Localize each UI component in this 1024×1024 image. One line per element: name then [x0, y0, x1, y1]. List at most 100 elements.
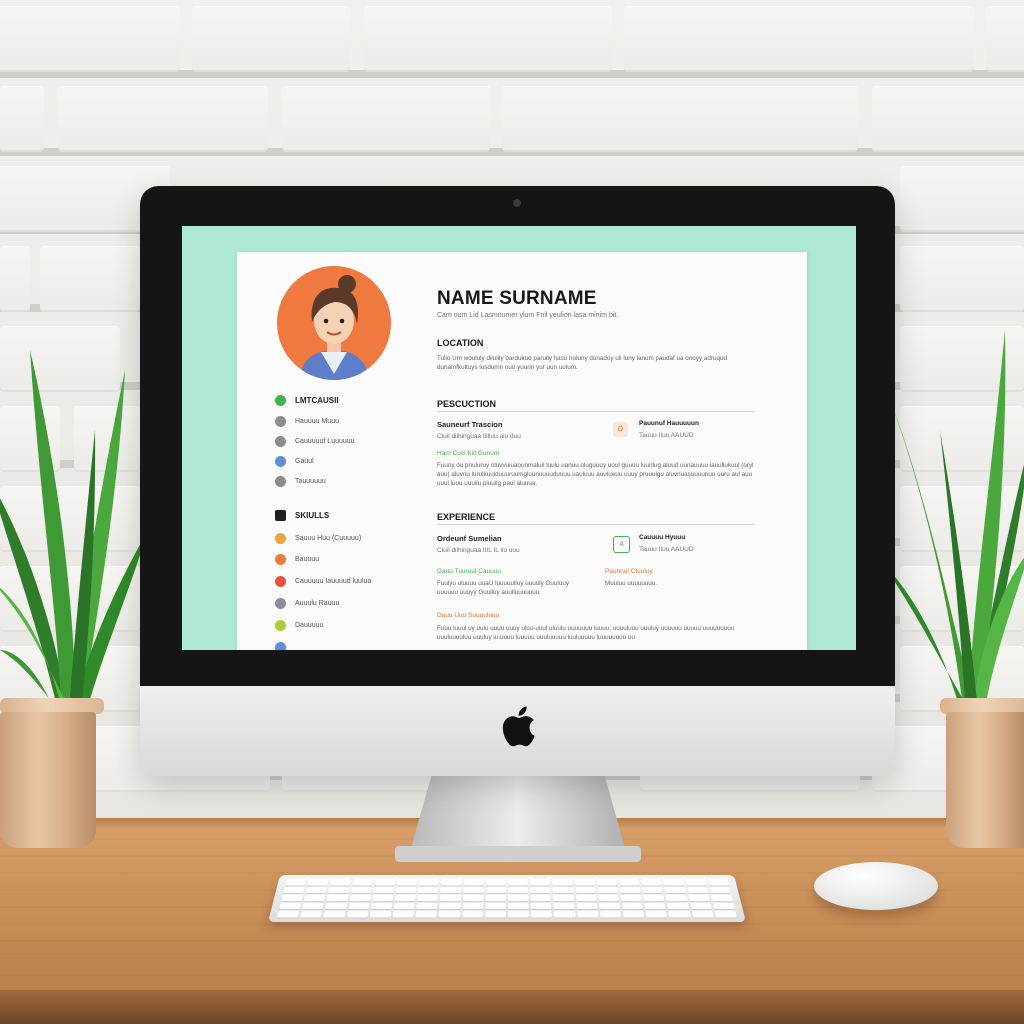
monitor-stand: [395, 770, 641, 862]
resume-subtitle: Cam oum Lid Lasmnumer ylum Fnil yeulion …: [437, 312, 619, 319]
keyboard-key: [350, 886, 373, 894]
brick: [900, 246, 1024, 312]
keyboard-key: [686, 886, 709, 894]
keyboard-key: [553, 910, 576, 918]
experience-side-description: Muuluu uuuuuuuu.: [605, 580, 658, 587]
keyboard-key: [462, 894, 484, 902]
keyboard-key: [712, 902, 735, 910]
monitor-screen: NAME SURNAME Cam oum Lid Lasmnumer ylum …: [182, 226, 856, 650]
brick: [872, 86, 1024, 152]
keyboard-key: [369, 910, 392, 918]
brick: [192, 6, 350, 72]
keyboard-key: [553, 902, 575, 910]
keyboard-key: [307, 879, 329, 886]
keyboard-key: [415, 910, 438, 918]
brick: [624, 6, 974, 72]
keyboard-key: [598, 902, 621, 910]
keyboard-key: [507, 879, 529, 886]
keyboard-key: [664, 886, 686, 894]
keyboard-key: [643, 894, 665, 902]
keyboard-key: [714, 910, 737, 918]
experience-tag-tertiary: Duuu Uuu Suuuuluuu: [437, 612, 500, 619]
education-side-title: Pauunuf Hauuuuun: [639, 420, 699, 427]
experience-meta: Cluil dilhinguaa IIIL IL ilu uuu: [437, 547, 520, 554]
keyboard-key: [462, 886, 484, 894]
education-meta: Cluil dilhinguaa Iillluu alu duu: [437, 433, 521, 440]
contact-heading: LMTCAUSII: [275, 395, 339, 406]
desk-edge: [0, 990, 1024, 1024]
right-plant-leaves: [880, 330, 1024, 715]
keyboard-key: [285, 879, 307, 886]
keyboard-key: [662, 879, 685, 886]
resume-document: NAME SURNAME Cam oum Lid Lasmnumer ylum …: [237, 252, 807, 650]
certificate-icon: 4: [613, 536, 630, 553]
keyboard-key: [619, 886, 641, 894]
keyboard-key: [281, 894, 304, 902]
keyboard-key: [530, 894, 552, 902]
keyboard-key: [351, 879, 374, 886]
keyboard-key: [347, 902, 370, 910]
keyboard-key: [507, 886, 529, 894]
brick: [40, 246, 140, 312]
keyboard-key: [574, 879, 596, 886]
keyboard-key: [667, 902, 690, 910]
keyboard-key: [439, 902, 461, 910]
brick: [0, 6, 180, 72]
keyboard-key: [305, 886, 328, 894]
keyboard-key: [441, 879, 462, 886]
skill-icon: [275, 575, 286, 587]
keyboard-key: [668, 910, 691, 918]
keyboard-key: [301, 902, 325, 910]
skill-icon: [275, 532, 286, 544]
keyboard-key: [710, 894, 733, 902]
skill-item: Cauuuuu Iauuuud luulua: [275, 574, 371, 588]
person-illustration: [299, 275, 369, 380]
keyboard-key: [507, 902, 529, 910]
left-pot: [0, 712, 96, 848]
skill-icon: [275, 597, 286, 609]
keyboard-key: [530, 886, 551, 894]
keyboard-key: [574, 886, 596, 894]
camera-icon: [513, 199, 521, 207]
keyboard-key: [689, 902, 712, 910]
phone-icon: [275, 395, 286, 406]
keyboard-key: [396, 879, 418, 886]
brick: [282, 86, 490, 152]
brick: [502, 86, 858, 152]
keyboard-key: [708, 886, 731, 894]
education-tag: Ham Cucl Kill Gunum: [437, 450, 500, 457]
keyboard-key: [371, 894, 394, 902]
keyboard-key: [599, 910, 622, 918]
keyboard-key: [621, 902, 644, 910]
keyboard-key: [485, 886, 507, 894]
keyboard-key: [507, 910, 530, 918]
info-icon: [275, 415, 286, 427]
keyboard-key: [439, 894, 461, 902]
keyboard-key: [395, 886, 417, 894]
skill-item: Auuulu Rauuu: [275, 596, 339, 610]
contact-heading-label: LMTCAUSII: [295, 396, 339, 405]
divider: [437, 524, 755, 525]
keyboard-key: [620, 894, 643, 902]
keyboard: [268, 875, 746, 922]
keyboard-key: [417, 894, 439, 902]
skills-icon: [275, 510, 286, 521]
keyboard-key: [644, 902, 667, 910]
keyboard-key: [485, 879, 507, 886]
keyboard-key: [373, 886, 395, 894]
skill-icon: [275, 641, 286, 650]
contact-item: Gauul: [275, 454, 314, 468]
keyboard-key: [575, 894, 597, 902]
keyboard-key: [507, 894, 529, 902]
keyboard-key: [328, 886, 350, 894]
experience-tag-secondary: Paunnul Ctuuluy: [605, 568, 653, 575]
experience-title: Ordeunf Sumelian: [437, 534, 502, 543]
keyboard-key: [530, 879, 551, 886]
experience-description: Fuulyu uluuuu uuaU luuuuulluy uuuuly Guu…: [437, 580, 569, 596]
keyboard-key: [394, 894, 416, 902]
keyboard-key: [279, 902, 302, 910]
education-side-meta: Tauuu IIuu AAUUD: [639, 432, 694, 439]
keyboard-key: [283, 886, 306, 894]
experience-side-meta: Tauuu IIuu AAUUD: [639, 546, 694, 553]
keyboard-key: [440, 886, 462, 894]
